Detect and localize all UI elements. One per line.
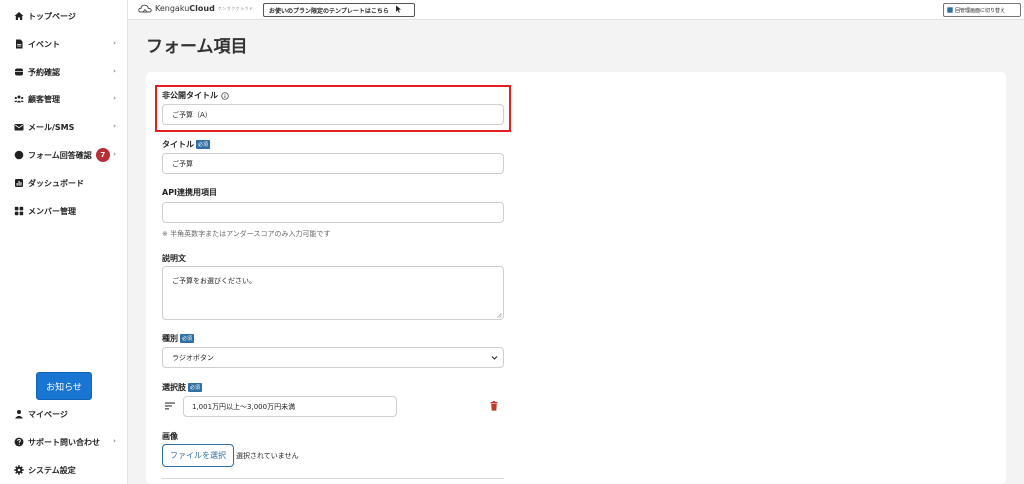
required-badge: 必須 bbox=[188, 383, 203, 392]
question-icon bbox=[14, 437, 24, 447]
api-label: API連携用項目 bbox=[162, 188, 218, 197]
sidebar-item-event[interactable]: イベント › bbox=[14, 36, 122, 52]
description-text: ご予算をお選びください。 bbox=[172, 277, 256, 285]
chevron-right-icon: › bbox=[113, 39, 116, 47]
title-label: タイトル 必須 bbox=[162, 139, 211, 150]
switch-icon bbox=[947, 7, 953, 13]
database-icon bbox=[14, 67, 24, 77]
sidebar-item-label: トップページ bbox=[28, 11, 76, 21]
chart-icon bbox=[14, 178, 24, 188]
cloud-logo-icon bbox=[138, 4, 152, 13]
chevron-right-icon: › bbox=[113, 150, 116, 158]
template-button[interactable]: お使いのプラン限定のテンプレートはこちら bbox=[263, 3, 415, 17]
switch-view-button[interactable]: 回管理画面に切り替え bbox=[943, 3, 1021, 17]
chevron-down-icon bbox=[491, 356, 498, 360]
switch-view-label: 回管理画面に切り替え bbox=[955, 7, 1006, 14]
choices-label: 選択肢 必須 bbox=[162, 382, 203, 393]
sidebar-item-form-answers[interactable]: フォーム回答確認 7 › bbox=[14, 147, 122, 163]
sidebar-item-reservation[interactable]: 予約確認 › bbox=[14, 64, 122, 80]
logo[interactable]: Kengaku Cloud ケンガククラウド bbox=[138, 4, 254, 13]
chat-bubble-icon bbox=[14, 150, 24, 160]
image-label: 画像 bbox=[162, 432, 178, 441]
gear-icon bbox=[14, 465, 24, 475]
home-icon bbox=[14, 11, 24, 21]
sidebar-item-my-page[interactable]: マイページ bbox=[14, 406, 122, 422]
api-input[interactable] bbox=[162, 202, 504, 223]
type-select-value: ラジオボタン bbox=[172, 353, 214, 362]
sidebar-item-dashboard[interactable]: ダッシュボード bbox=[14, 175, 122, 191]
sidebar-item-label: メンバー管理 bbox=[28, 206, 76, 216]
choice-input[interactable]: 1,001万円以上～3,000万円未満 bbox=[183, 396, 397, 417]
sidebar-item-label: システム設定 bbox=[28, 465, 76, 475]
api-hint: ※ 半角英数字またはアンダースコアのみ入力可能です bbox=[162, 230, 331, 238]
person-icon bbox=[14, 409, 24, 419]
chevron-right-icon: › bbox=[113, 122, 116, 130]
chevron-right-icon: › bbox=[113, 94, 116, 102]
type-label: 種別 必須 bbox=[162, 333, 195, 344]
top-bar: Kengaku Cloud ケンガククラウド お使いのプラン限定のテンプレートはこ… bbox=[128, 0, 1024, 20]
required-badge: 必須 bbox=[196, 140, 211, 149]
choose-file-button[interactable]: ファイルを選択 bbox=[162, 444, 234, 467]
grid-icon bbox=[14, 206, 24, 216]
sidebar-item-customers[interactable]: 顧客管理 › bbox=[14, 91, 122, 107]
chevron-right-icon: › bbox=[113, 437, 116, 445]
type-label-text: 種別 bbox=[162, 334, 178, 343]
type-select[interactable]: ラジオボタン bbox=[162, 347, 504, 368]
sidebar-item-label: 顧客管理 bbox=[28, 94, 60, 104]
notice-button[interactable]: お知らせ bbox=[36, 372, 92, 400]
title-label-text: タイトル bbox=[162, 140, 194, 149]
sidebar-item-label: メール/SMS bbox=[28, 122, 75, 132]
private-title-input[interactable]: ご予算（A） bbox=[162, 104, 504, 125]
logo-text-bold: Cloud bbox=[189, 4, 215, 13]
chevron-right-icon: › bbox=[113, 67, 116, 75]
info-icon[interactable] bbox=[221, 91, 229, 100]
sidebar: トップページ イベント › 予約確認 › 顧客管理 › メール/SMS › フォ… bbox=[0, 0, 128, 484]
sidebar-item-label: イベント bbox=[28, 39, 60, 49]
page-title: フォーム項目 bbox=[146, 37, 248, 57]
description-textarea[interactable]: ご予算をお選びください。 bbox=[162, 266, 504, 320]
mail-icon bbox=[14, 122, 24, 132]
sidebar-item-top-page[interactable]: トップページ bbox=[14, 8, 122, 24]
sidebar-item-members[interactable]: メンバー管理 bbox=[14, 203, 122, 219]
file-status: 選択されていません bbox=[236, 452, 299, 460]
logo-text-light: Kengaku bbox=[155, 4, 190, 13]
title-input[interactable]: ご予算 bbox=[162, 153, 504, 174]
logo-subtext: ケンガククラウド bbox=[217, 5, 254, 11]
users-icon bbox=[14, 94, 24, 104]
pointer-cursor-icon bbox=[395, 5, 402, 15]
drag-handle-icon[interactable] bbox=[165, 402, 175, 410]
choices-label-text: 選択肢 bbox=[162, 383, 186, 392]
description-label: 説明文 bbox=[162, 254, 186, 263]
required-badge: 必須 bbox=[180, 334, 195, 343]
count-badge: 7 bbox=[95, 148, 110, 162]
sidebar-item-label: サポート問い合わせ bbox=[28, 437, 100, 447]
sidebar-item-mail-sms[interactable]: メール/SMS › bbox=[14, 119, 122, 135]
trash-icon[interactable] bbox=[490, 401, 498, 411]
sidebar-item-system-settings[interactable]: システム設定 bbox=[14, 462, 122, 478]
private-title-label-text: 非公開タイトル bbox=[162, 91, 218, 100]
sidebar-item-label: フォーム回答確認 bbox=[28, 150, 92, 160]
sidebar-item-label: ダッシュボード bbox=[28, 178, 84, 188]
document-icon bbox=[14, 39, 24, 49]
sidebar-item-label: マイページ bbox=[28, 409, 68, 419]
private-title-label: 非公開タイトル bbox=[162, 90, 229, 101]
sidebar-item-label: 予約確認 bbox=[28, 67, 60, 77]
resize-handle-icon[interactable] bbox=[497, 313, 502, 318]
divider bbox=[162, 478, 504, 479]
template-button-label: お使いのプラン限定のテンプレートはこちら bbox=[269, 7, 389, 15]
sidebar-item-support[interactable]: サポート問い合わせ › bbox=[14, 434, 122, 450]
